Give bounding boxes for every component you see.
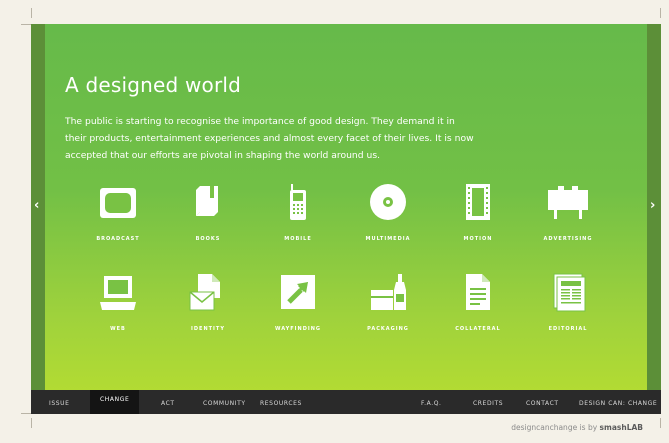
crop-mark xyxy=(660,418,661,428)
category-mobile[interactable]: MOBILE xyxy=(253,182,343,242)
document-icon xyxy=(466,274,490,310)
stationery-icon xyxy=(189,274,220,311)
category-multimedia[interactable]: MULTIMEDIA xyxy=(343,182,433,242)
chevron-left-icon[interactable]: ‹ xyxy=(34,198,39,213)
category-label: ADVERTISING xyxy=(543,236,593,242)
category-identity[interactable]: IDENTITY xyxy=(163,272,253,332)
category-label: MOBILE xyxy=(284,236,312,242)
category-wayfinding[interactable]: WAYFINDING xyxy=(253,272,343,332)
category-broadcast[interactable]: BROADCAST xyxy=(73,182,163,242)
category-label: PACKAGING xyxy=(367,326,409,332)
category-label: EDITORIAL xyxy=(548,326,588,332)
tv-icon xyxy=(100,188,136,218)
nav-community[interactable]: COMMUNITY xyxy=(203,390,246,414)
nav-credits[interactable]: CREDITS xyxy=(473,390,503,414)
nav-faq[interactable]: F.A.Q. xyxy=(421,390,442,414)
category-label: BROADCAST xyxy=(96,236,140,242)
nav-contact[interactable]: CONTACT xyxy=(526,390,559,414)
category-grid: BROADCAST BOOKS MOBILE MULTIMEDIA MOTION… xyxy=(73,182,613,382)
hero-panel: A designed world The public is starting … xyxy=(45,24,647,390)
category-label: COLLATERAL xyxy=(455,326,501,332)
category-label: MOTION xyxy=(463,236,493,242)
intro-paragraph: The public is starting to recognise the … xyxy=(65,116,474,161)
magazine-icon xyxy=(553,273,586,312)
crop-mark xyxy=(21,413,31,414)
crop-mark xyxy=(31,418,32,428)
category-editorial[interactable]: EDITORIAL xyxy=(523,272,613,332)
disc-icon xyxy=(370,184,406,220)
footer-text: designcanchange is by xyxy=(511,423,598,432)
nav-design-can-change[interactable]: DESIGN CAN: CHANGE xyxy=(579,390,657,414)
footer-credit: designcanchange is by smashLAB xyxy=(511,423,643,432)
bottom-nav: ISSUE CHANGE ACT COMMUNITY RESOURCES F.A… xyxy=(31,390,661,414)
category-motion[interactable]: MOTION xyxy=(433,182,523,242)
package-bottle-icon xyxy=(371,274,406,310)
crop-mark xyxy=(21,24,31,25)
crop-mark xyxy=(660,8,661,18)
category-web[interactable]: WEB xyxy=(73,272,163,332)
footer-brand-link[interactable]: smashLAB xyxy=(600,423,643,432)
laptop-icon xyxy=(100,276,136,310)
category-label: MULTIMEDIA xyxy=(365,236,411,242)
category-label: BOOKS xyxy=(195,236,221,242)
arrow-sign-icon xyxy=(281,275,315,309)
nav-act[interactable]: ACT xyxy=(161,390,175,414)
mobile-phone-icon xyxy=(290,184,306,220)
nav-issue[interactable]: ISSUE xyxy=(49,390,70,414)
crop-mark xyxy=(31,8,32,18)
category-collateral[interactable]: COLLATERAL xyxy=(433,272,523,332)
nav-change[interactable]: CHANGE xyxy=(90,390,140,414)
category-label: IDENTITY xyxy=(191,326,225,332)
category-advertising[interactable]: ADVERTISING xyxy=(523,182,613,242)
nav-resources[interactable]: RESOURCES xyxy=(260,390,302,414)
page-title: A designed world xyxy=(65,73,242,97)
category-books[interactable]: BOOKS xyxy=(163,182,253,242)
category-packaging[interactable]: PACKAGING xyxy=(343,272,433,332)
film-strip-icon xyxy=(466,184,490,220)
category-label: WAYFINDING xyxy=(274,326,322,332)
category-label: WEB xyxy=(110,326,126,332)
chevron-right-icon[interactable]: › xyxy=(650,198,655,213)
billboard-icon xyxy=(548,186,588,219)
book-icon xyxy=(196,186,218,216)
